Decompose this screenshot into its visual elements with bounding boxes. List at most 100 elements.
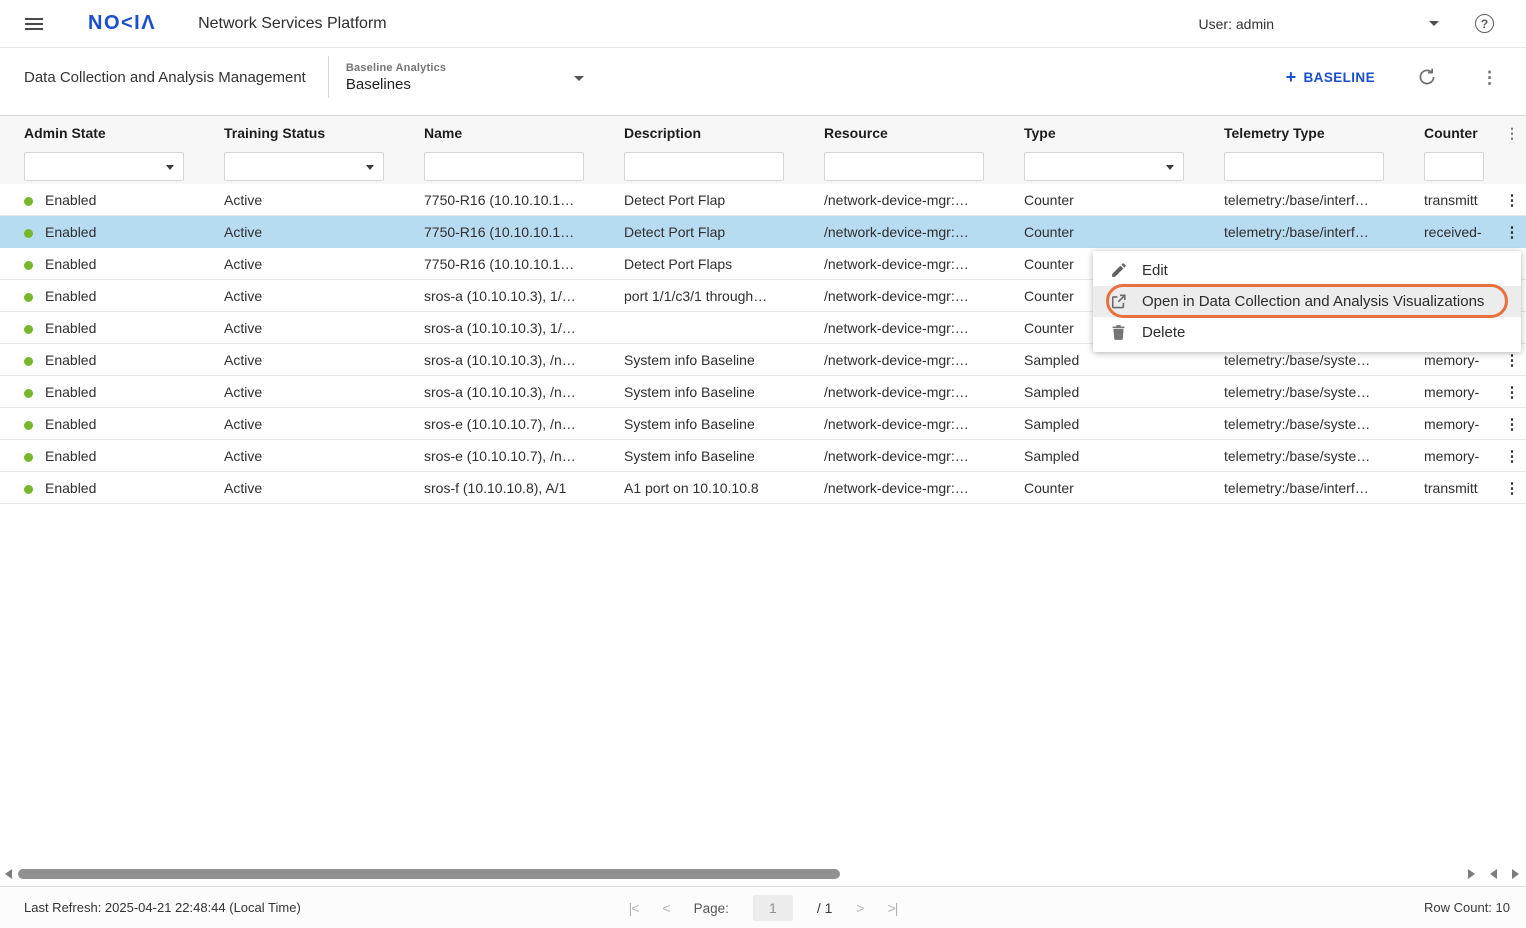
row-actions-kebab-icon[interactable]: ⋮: [1498, 223, 1526, 241]
menu-item-label: Delete: [1142, 324, 1185, 341]
user-menu-caret-icon[interactable]: [1429, 21, 1439, 26]
row-actions-kebab-icon[interactable]: ⋮: [1498, 415, 1526, 433]
cell-name: sros-a (10.10.10.3), /n…: [424, 352, 624, 368]
table-settings-kebab-icon[interactable]: ⋮: [1498, 126, 1526, 140]
cell-resource: /network-device-mgr:…: [824, 448, 1024, 464]
status-dot-icon: [24, 421, 33, 430]
row-actions-kebab-icon[interactable]: ⋮: [1498, 447, 1526, 465]
help-icon[interactable]: ?: [1475, 14, 1494, 33]
cell-resource: /network-device-mgr:…: [824, 352, 1024, 368]
cell-description: System info Baseline: [624, 352, 824, 368]
cell-description: A1 port on 10.10.10.8: [624, 480, 824, 496]
status-dot-icon: [24, 293, 33, 302]
cell-telemetry-type: telemetry:/base/interf…: [1224, 480, 1424, 496]
filter-training-status-select[interactable]: [224, 152, 384, 181]
menu-item-label: Open in Data Collection and Analysis Vis…: [1142, 293, 1484, 310]
cell-admin-state: Enabled: [0, 288, 224, 304]
row-actions-kebab-icon[interactable]: ⋮: [1498, 191, 1526, 209]
app-title: Network Services Platform: [198, 15, 387, 33]
nokia-logo: NO<IΛ: [88, 12, 156, 35]
cell-training-status: Active: [224, 384, 424, 400]
refresh-icon: [1417, 67, 1437, 87]
scroll-left-icon[interactable]: [5, 869, 12, 879]
view-picker[interactable]: Baseline Analytics Baselines: [346, 62, 584, 93]
toolbar-kebab-icon[interactable]: ⋮: [1481, 69, 1498, 86]
cell-name: sros-a (10.10.10.3), 1/…: [424, 320, 624, 336]
user-menu-label[interactable]: User: admin: [1199, 16, 1274, 32]
column-header-description[interactable]: Description: [624, 125, 824, 141]
filter-admin-state-select[interactable]: [24, 152, 184, 181]
column-scroll-right-icon[interactable]: [1512, 869, 1519, 879]
cell-description: Detect Port Flap: [624, 192, 824, 208]
cell-training-status: Active: [224, 480, 424, 496]
table-row[interactable]: EnabledActivesros-a (10.10.10.3), /n…Sys…: [0, 376, 1526, 408]
row-actions-kebab-icon[interactable]: ⋮: [1498, 351, 1526, 369]
pagination: |< < Page: / 1 > >|: [0, 887, 1526, 928]
cell-name: sros-e (10.10.10.7), /n…: [424, 448, 624, 464]
cell-resource: /network-device-mgr:…: [824, 480, 1024, 496]
status-dot-icon: [24, 229, 33, 238]
row-context-menu: Edit Open in Data Collection and Analysi…: [1093, 251, 1521, 352]
column-header-admin-state[interactable]: Admin State: [0, 125, 224, 141]
table-row[interactable]: EnabledActive7750-R16 (10.10.10.1…Detect…: [0, 216, 1526, 248]
cell-telemetry-type: telemetry:/base/interf…: [1224, 224, 1424, 240]
cell-type: Sampled: [1024, 416, 1224, 432]
status-dot-icon: [24, 197, 33, 206]
cell-admin-state: Enabled: [0, 480, 224, 496]
filter-telemetry-type-input[interactable]: [1224, 152, 1384, 181]
menu-item-open-in-visualizations[interactable]: Open in Data Collection and Analysis Vis…: [1093, 286, 1521, 317]
page-number-input[interactable]: [753, 895, 793, 921]
hamburger-menu-icon[interactable]: [25, 18, 43, 30]
pencil-icon: [1110, 262, 1127, 279]
cell-training-status: Active: [224, 192, 424, 208]
add-baseline-button[interactable]: + BASELINE: [1286, 67, 1375, 88]
cell-resource: /network-device-mgr:…: [824, 320, 1024, 336]
column-header-training-status[interactable]: Training Status: [224, 125, 424, 141]
cell-counter: memory-: [1424, 448, 1498, 464]
filter-counter-input[interactable]: [1424, 152, 1484, 181]
row-actions-kebab-icon[interactable]: ⋮: [1498, 479, 1526, 497]
filter-resource-input[interactable]: [824, 152, 984, 181]
column-header-telemetry-type[interactable]: Telemetry Type: [1224, 125, 1424, 141]
refresh-button[interactable]: [1417, 67, 1437, 87]
cell-counter: memory-: [1424, 416, 1498, 432]
cell-training-status: Active: [224, 416, 424, 432]
cell-admin-state: Enabled: [0, 256, 224, 272]
table-row[interactable]: EnabledActive7750-R16 (10.10.10.1…Detect…: [0, 184, 1526, 216]
cell-name: 7750-R16 (10.10.10.1…: [424, 192, 624, 208]
cell-name: 7750-R16 (10.10.10.1…: [424, 224, 624, 240]
add-baseline-label: BASELINE: [1304, 70, 1375, 85]
column-header-type[interactable]: Type: [1024, 125, 1224, 141]
cell-admin-state: Enabled: [0, 384, 224, 400]
cell-training-status: Active: [224, 352, 424, 368]
cell-counter: memory-: [1424, 352, 1498, 368]
cell-description: port 1/1/c3/1 through…: [624, 288, 824, 304]
table-row[interactable]: EnabledActivesros-e (10.10.10.7), /n…Sys…: [0, 408, 1526, 440]
last-page-icon[interactable]: >|: [888, 900, 898, 916]
menu-item-label: Edit: [1142, 262, 1168, 279]
scroll-right-icon[interactable]: [1468, 869, 1475, 879]
table-filter-row: [0, 149, 1526, 184]
column-header-resource[interactable]: Resource: [824, 125, 1024, 141]
cell-description: System info Baseline: [624, 384, 824, 400]
filter-name-input[interactable]: [424, 152, 584, 181]
cell-name: 7750-R16 (10.10.10.1…: [424, 256, 624, 272]
status-dot-icon: [24, 357, 33, 366]
table-row[interactable]: EnabledActivesros-f (10.10.10.8), A/1A1 …: [0, 472, 1526, 504]
cell-description: Detect Port Flaps: [624, 256, 824, 272]
first-page-icon[interactable]: |<: [629, 900, 639, 916]
menu-item-edit[interactable]: Edit: [1093, 255, 1521, 286]
column-scroll-left-icon[interactable]: [1490, 869, 1497, 879]
prev-page-icon[interactable]: <: [662, 900, 669, 916]
menu-item-delete[interactable]: Delete: [1093, 317, 1521, 348]
table-row[interactable]: EnabledActivesros-e (10.10.10.7), /n…Sys…: [0, 440, 1526, 472]
cell-resource: /network-device-mgr:…: [824, 288, 1024, 304]
cell-telemetry-type: telemetry:/base/syste…: [1224, 384, 1424, 400]
row-actions-kebab-icon[interactable]: ⋮: [1498, 383, 1526, 401]
scrollbar-thumb[interactable]: [18, 869, 840, 879]
column-header-name[interactable]: Name: [424, 125, 624, 141]
filter-type-select[interactable]: [1024, 152, 1184, 181]
column-header-counter[interactable]: Counter: [1424, 125, 1498, 141]
filter-description-input[interactable]: [624, 152, 784, 181]
next-page-icon[interactable]: >: [856, 900, 863, 916]
